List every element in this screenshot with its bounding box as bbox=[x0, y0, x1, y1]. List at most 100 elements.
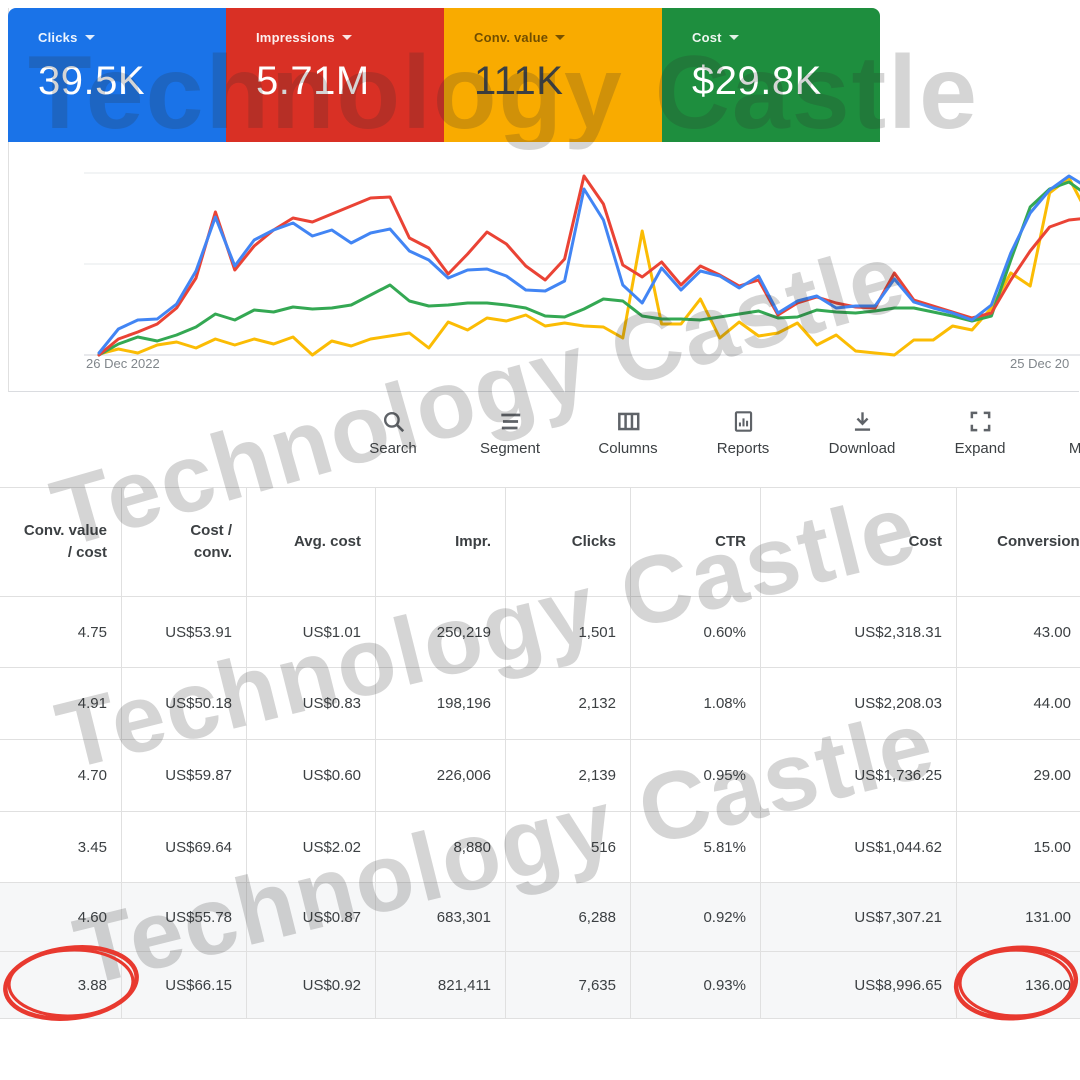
cell-conversions: 44.00 bbox=[956, 668, 1080, 739]
more-button[interactable]: More bbox=[1034, 408, 1080, 457]
performance-line-chart bbox=[17, 150, 1080, 400]
column-header-ctr[interactable]: CTR bbox=[630, 488, 760, 596]
table-row: 4.70US$59.87US$0.60226,0062,1390.95%US$1… bbox=[0, 740, 1080, 812]
toolbar-button-label: Columns bbox=[576, 440, 680, 457]
toolbar-button-label: Segment bbox=[458, 440, 562, 457]
metric-card-label: Impressions bbox=[256, 30, 444, 45]
toolbar-button-label: Expand bbox=[928, 440, 1032, 457]
cell-conversions: 43.00 bbox=[956, 597, 1080, 667]
metric-card-impressions[interactable]: Impressions 5.71M bbox=[226, 8, 444, 142]
column-header-text: / cost bbox=[68, 542, 107, 564]
cell-impr: 683,301 bbox=[375, 883, 505, 951]
cell-cost: US$1,736.25 bbox=[760, 740, 956, 811]
segment-icon bbox=[497, 408, 524, 435]
cell-conversions: 29.00 bbox=[956, 740, 1080, 811]
reports-button[interactable]: Reports bbox=[691, 408, 795, 457]
table-header-row: Conv. value/ costCost /conv.Avg. costImp… bbox=[0, 487, 1080, 597]
table-row: 3.88US$66.15US$0.92821,4117,6350.93%US$8… bbox=[0, 952, 1080, 1019]
column-header-cost[interactable]: Cost bbox=[760, 488, 956, 596]
column-header-impr[interactable]: Impr. bbox=[375, 488, 505, 596]
series-line-cost bbox=[99, 182, 1080, 355]
cell-avg-cost: US$0.92 bbox=[246, 952, 375, 1018]
cell-ctr: 0.60% bbox=[630, 597, 760, 667]
metric-card-label: Conv. value bbox=[474, 30, 662, 45]
cell-avg-cost: US$2.02 bbox=[246, 812, 375, 882]
column-header-clicks[interactable]: Clicks bbox=[505, 488, 630, 596]
chevron-down-icon[interactable] bbox=[555, 35, 565, 40]
table-row: 4.91US$50.18US$0.83198,1962,1321.08%US$2… bbox=[0, 668, 1080, 740]
cell-cost: US$1,044.62 bbox=[760, 812, 956, 882]
search-button[interactable]: Search bbox=[341, 408, 445, 457]
cell-clicks: 2,132 bbox=[505, 668, 630, 739]
cell-cost-per-conv: US$55.78 bbox=[121, 883, 246, 951]
metric-card-label-text: Clicks bbox=[38, 30, 78, 45]
cell-conversions: 136.00 bbox=[956, 952, 1080, 1018]
cell-cost-per-conv: US$53.91 bbox=[121, 597, 246, 667]
cell-clicks: 516 bbox=[505, 812, 630, 882]
series-line-conv-value bbox=[99, 178, 1080, 355]
metric-card-value: $29.8K bbox=[692, 59, 880, 104]
more-icon bbox=[1073, 408, 1080, 435]
columns-icon bbox=[615, 408, 642, 435]
cell-impr: 250,219 bbox=[375, 597, 505, 667]
cell-ctr: 0.92% bbox=[630, 883, 760, 951]
metric-card-cost[interactable]: Cost $29.8K bbox=[662, 8, 880, 142]
metric-card-label-text: Cost bbox=[692, 30, 722, 45]
cell-cost-per-conv: US$59.87 bbox=[121, 740, 246, 811]
series-line-impressions bbox=[99, 176, 1080, 355]
cell-impr: 821,411 bbox=[375, 952, 505, 1018]
cell-cost: US$2,318.31 bbox=[760, 597, 956, 667]
metric-card-value: 5.71M bbox=[256, 59, 444, 104]
chart-end-date-label: 25 Dec 20 bbox=[1010, 356, 1069, 371]
column-header-text: Avg. cost bbox=[294, 531, 361, 553]
chart-start-date-label: 26 Dec 2022 bbox=[86, 356, 160, 371]
cell-clicks: 1,501 bbox=[505, 597, 630, 667]
cell-conv-value-cost: 3.45 bbox=[0, 812, 121, 882]
column-header-conv-value-cost[interactable]: Conv. value/ cost bbox=[0, 488, 121, 596]
cell-ctr: 1.08% bbox=[630, 668, 760, 739]
column-header-text: Conversions bbox=[997, 531, 1080, 553]
cell-conv-value-cost: 4.91 bbox=[0, 668, 121, 739]
cell-conversions: 131.00 bbox=[956, 883, 1080, 951]
column-header-cost-per-conv[interactable]: Cost /conv. bbox=[121, 488, 246, 596]
column-header-text: Conv. value bbox=[24, 520, 107, 542]
cell-cost-per-conv: US$69.64 bbox=[121, 812, 246, 882]
chevron-down-icon[interactable] bbox=[729, 35, 739, 40]
cell-ctr: 5.81% bbox=[630, 812, 760, 882]
expand-button[interactable]: Expand bbox=[928, 408, 1032, 457]
metric-card-value: 39.5K bbox=[38, 59, 226, 104]
cell-avg-cost: US$1.01 bbox=[246, 597, 375, 667]
cell-conv-value-cost: 3.88 bbox=[0, 952, 121, 1018]
chevron-down-icon[interactable] bbox=[342, 35, 352, 40]
cell-impr: 226,006 bbox=[375, 740, 505, 811]
cell-ctr: 0.93% bbox=[630, 952, 760, 1018]
cell-clicks: 2,139 bbox=[505, 740, 630, 811]
cell-impr: 8,880 bbox=[375, 812, 505, 882]
toolbar-button-label: Download bbox=[810, 440, 914, 457]
cell-avg-cost: US$0.60 bbox=[246, 740, 375, 811]
metric-card-label-text: Conv. value bbox=[474, 30, 548, 45]
metric-card-clicks[interactable]: Clicks 39.5K bbox=[8, 8, 226, 142]
toolbar-button-label: Search bbox=[341, 440, 445, 457]
download-button[interactable]: Download bbox=[810, 408, 914, 457]
toolbar-button-label: More bbox=[1034, 440, 1080, 457]
column-header-text: Cost / bbox=[190, 520, 232, 542]
expand-icon bbox=[967, 408, 994, 435]
google-ads-dashboard: 26 Dec 2022 25 Dec 20 Clicks39.5KImpress… bbox=[0, 0, 1080, 1080]
cell-avg-cost: US$0.87 bbox=[246, 883, 375, 951]
metric-card-value: 111K bbox=[474, 59, 662, 104]
cell-conversions: 15.00 bbox=[956, 812, 1080, 882]
metric-card-conv-value[interactable]: Conv. value 111K bbox=[444, 8, 662, 142]
columns-button[interactable]: Columns bbox=[576, 408, 680, 457]
table-row: 3.45US$69.64US$2.028,8805165.81%US$1,044… bbox=[0, 812, 1080, 883]
metric-card-label-text: Impressions bbox=[256, 30, 335, 45]
segment-button[interactable]: Segment bbox=[458, 408, 562, 457]
chevron-down-icon[interactable] bbox=[85, 35, 95, 40]
cell-conv-value-cost: 4.70 bbox=[0, 740, 121, 811]
cell-clicks: 7,635 bbox=[505, 952, 630, 1018]
column-header-text: conv. bbox=[194, 542, 232, 564]
cell-cost: US$8,996.65 bbox=[760, 952, 956, 1018]
column-header-avg-cost[interactable]: Avg. cost bbox=[246, 488, 375, 596]
column-header-conversions[interactable]: Conversions bbox=[956, 488, 1080, 596]
column-header-text: Impr. bbox=[455, 531, 491, 553]
